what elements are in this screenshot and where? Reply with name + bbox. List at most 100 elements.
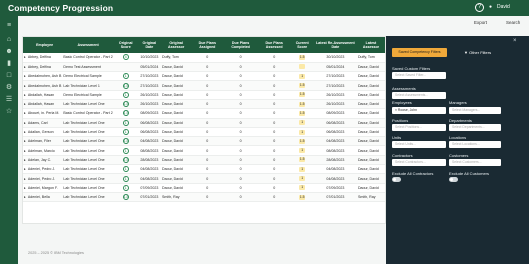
table-cell: Daour, David — [356, 164, 385, 175]
table-cell: 0 — [223, 108, 258, 119]
table-cell: 0 — [191, 62, 224, 73]
column-header[interactable]: Due Plans Assigned — [191, 37, 224, 53]
users-icon[interactable]: ☻ — [5, 48, 13, 56]
table-row[interactable]: ▸ Abdallah, Hasan Lab Technician Level One… — [23, 99, 385, 110]
table-cell: 27/10/2023 — [137, 80, 161, 91]
column-header[interactable]: Latest Re-Assessment Date — [313, 37, 357, 53]
column-header[interactable]: Assessment — [62, 37, 114, 53]
table-row[interactable]: ▸ Adeniei, Pedro J. Lab Technician Level O… — [23, 173, 385, 184]
saved-filters-select[interactable]: Select Saved Filter... — [392, 72, 446, 79]
table-cell: Daour, David — [356, 136, 385, 147]
table-cell: 1.5 — [290, 99, 314, 110]
table-cell: Adams, Carl — [26, 118, 63, 128]
table-row[interactable]: ▸ Abbey, Delfina Basic Control Operator - … — [23, 53, 385, 63]
help-icon[interactable]: ? — [475, 3, 484, 12]
table-row[interactable]: ▸ Abdallah, Hasan Demo Electrical Sample 1 2… — [23, 90, 385, 101]
top-bar: Competency Progression ? ● David — [0, 0, 529, 16]
units-select[interactable]: Select Units... — [392, 141, 446, 148]
table-row[interactable]: ▸ Adelman, Marcio Lab Technician Level One… — [23, 145, 385, 156]
toolbar: Export Search — [18, 16, 529, 30]
table-cell: 1.5 — [113, 192, 138, 203]
table-cell: 1 — [113, 164, 138, 175]
table-row[interactable]: ▸ Abbey, Delfina Demo Test Assessment 05/01… — [23, 62, 385, 73]
table-cell: 0 — [223, 90, 258, 101]
table-cell: 0 — [257, 90, 291, 101]
table-cell: 0 — [191, 53, 224, 63]
table-cell: Lab Technician Level One — [62, 118, 114, 128]
column-header[interactable]: Latest Assessor — [356, 37, 385, 53]
table-cell: 06/08/2023 — [137, 118, 161, 128]
table-cell: Daour, David — [356, 80, 385, 91]
original-score-badge: 4 — [122, 54, 129, 61]
column-header[interactable]: Due Plans Completed — [223, 37, 258, 53]
table-cell: Daour, David — [161, 62, 192, 73]
table-cell: Abdallah, Hasan — [26, 90, 63, 101]
employees-select[interactable]: × Roose, John — [392, 107, 446, 114]
customers-select[interactable]: Select Customers... — [449, 159, 501, 166]
managers-select[interactable]: Select Managers... — [449, 107, 501, 114]
table-cell: Daour, David — [356, 127, 385, 138]
table-row[interactable]: ▸ Adelan, Jay C. Lab Technician Level One 1… — [23, 155, 385, 166]
exclude-customers-toggle[interactable] — [449, 177, 458, 182]
column-header[interactable]: Due Plans Assessed — [257, 37, 291, 53]
table-cell: Abedalmohen, Ash B — [26, 80, 63, 91]
user-icon[interactable]: ● — [489, 4, 492, 10]
current-score-badge: 1.5 — [299, 157, 306, 163]
table-cell: 08/08/2023 — [137, 145, 161, 156]
departments-select[interactable]: Select Departments... — [449, 124, 501, 131]
table-row[interactable]: ▸ Adeniei, Pedro J. Lab Technician Level O… — [23, 164, 385, 175]
table-row[interactable]: ▸ Adeniei, Margon F. Lab Technician Level … — [23, 183, 385, 193]
tab-saved-filters[interactable]: Saved Competency Filters — [392, 48, 447, 57]
table-row[interactable]: ▸ Adelman, Filer Lab Technician Level One 1… — [23, 136, 385, 147]
chart-icon[interactable]: ▮ — [5, 60, 13, 68]
table-cell: 1 — [113, 145, 138, 156]
table-cell: 0 — [257, 80, 291, 91]
clipboard-icon[interactable]: □ — [5, 72, 13, 80]
table-cell: Daour, David — [161, 108, 192, 119]
table-cell: 0 — [223, 53, 258, 63]
table-cell: 0 — [191, 127, 224, 138]
table-cell: 1 — [113, 71, 138, 82]
column-header[interactable]: Employee — [26, 37, 63, 53]
table-row[interactable]: ▸ Adams, Carl Lab Technician Level One 1 06/… — [23, 118, 385, 128]
export-button[interactable]: Export — [474, 20, 487, 25]
locations-select[interactable]: Select Locations... — [449, 141, 501, 148]
managers-label: Managers — [449, 100, 467, 105]
table-row[interactable]: ▸ Abouet, in. Perla M. Basic Control Opera… — [23, 108, 385, 119]
departments-label: Departments — [449, 118, 472, 123]
table-cell: 1 — [290, 127, 314, 138]
contractors-select[interactable]: Select Contractors... — [392, 159, 446, 166]
page-title: Competency Progression — [8, 3, 114, 13]
menu-icon[interactable]: ≡ — [5, 22, 13, 30]
positions-select[interactable]: Select Positions... — [392, 124, 446, 131]
table-row[interactable]: ▸ Adallan, Gerson Lab Technician Level One… — [23, 127, 385, 138]
contractors-label: Contractors — [392, 153, 413, 158]
user-name[interactable]: David — [497, 4, 510, 10]
current-score-badge: 1.5 — [299, 194, 306, 200]
table-cell: Lab Technician Level One — [62, 145, 114, 156]
table-row[interactable]: ▸ Adeniei, Bella Lab Technician Level One 1… — [23, 192, 385, 203]
exclude-contractors-toggle[interactable] — [392, 177, 401, 182]
column-header[interactable]: Original Score — [113, 37, 138, 53]
star-icon[interactable]: ☆ — [5, 108, 13, 116]
table-cell: 0 — [257, 155, 291, 166]
table-row[interactable]: ▸ Abedalmohen, Ash B Demo Electrical Sampl… — [23, 71, 385, 82]
search-button[interactable]: Search — [506, 20, 520, 25]
column-header[interactable]: Original Assessor — [161, 37, 192, 53]
book-icon[interactable]: ☰ — [5, 96, 13, 104]
column-header[interactable]: Current Score — [290, 37, 314, 53]
table-cell: Daour, David — [356, 173, 385, 184]
assessments-select[interactable]: Select Assessments... — [392, 92, 446, 99]
close-icon[interactable]: × — [513, 38, 517, 44]
table-row[interactable]: ▸ Abedalmohen, Ash B Lab Technician Level … — [23, 80, 385, 91]
current-score-badge: 1 — [299, 176, 306, 181]
table-cell: 0 — [191, 136, 224, 147]
table-cell: Smith, Ray — [161, 192, 192, 203]
column-header[interactable]: Original Date — [137, 37, 161, 53]
home-icon[interactable]: ⌂ — [5, 36, 13, 44]
gear-icon[interactable]: ⚙ — [5, 84, 13, 92]
table-cell: 0 — [257, 53, 291, 63]
original-score-badge: 1 — [122, 129, 129, 136]
tab-other-filters[interactable]: ▼ Other Filters — [464, 48, 514, 57]
competency-table: Employee Assessment Original Score Original… — [22, 36, 386, 224]
